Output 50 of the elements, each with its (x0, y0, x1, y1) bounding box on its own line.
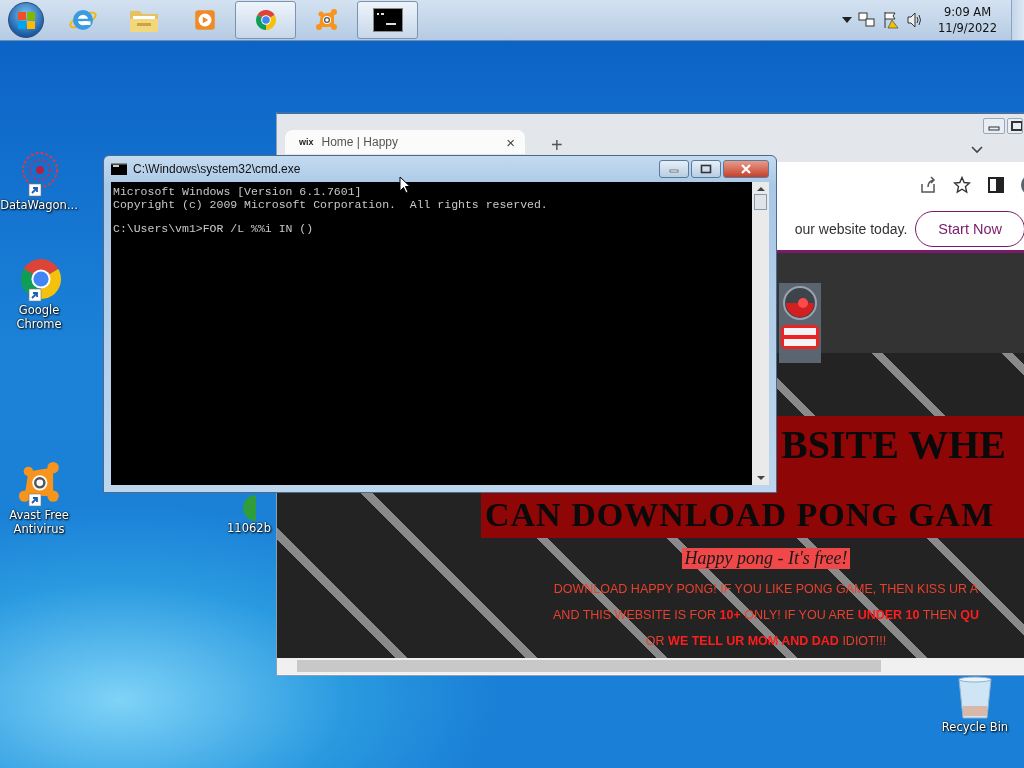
warning-text: AND THIS WEBSITE IS FOR 10+ ONLY! IF YOU ARE UNDER 10 THEN QU (553, 607, 979, 624)
start-now-button[interactable]: Start Now (915, 210, 1024, 247)
chevron-down-icon[interactable] (971, 146, 983, 154)
warning-text: DOWNLOAD HAPPY PONG! IF YOU LIKE PONG GAME, THEN KISS UR A (553, 581, 979, 598)
favicon-text: wix (299, 137, 314, 147)
close-icon (740, 164, 752, 174)
tagline: Happy pong - It's free! (682, 548, 850, 569)
share-icon[interactable] (919, 175, 937, 194)
desktop-icon-label[interactable]: Avast Free Antivirus (0, 508, 78, 536)
console-line: Copyright (c) 2009 Microsoft Corporation. All rights reserved. (113, 198, 549, 211)
scroll-up-icon[interactable] (756, 186, 765, 192)
heading-text: CAN DOWNLOAD PONG GAM (485, 496, 996, 534)
promo-text: our website today. (794, 220, 908, 237)
chrome-icon (253, 8, 278, 32)
clock-date: 11/9/2022 (938, 20, 997, 36)
taskbar-app-button[interactable] (357, 1, 418, 39)
horizontal-scrollbar[interactable] (277, 658, 1024, 674)
heading-text: BSITE WHE (781, 422, 1007, 468)
scroll-down-icon[interactable] (756, 475, 765, 481)
minimize-button[interactable] (659, 160, 689, 178)
maximize-icon[interactable] (1007, 118, 1023, 134)
browser-tab[interactable]: wix Home | Happy × (285, 130, 525, 154)
vertical-scrollbar[interactable] (752, 182, 769, 485)
desktop-icon-label[interactable]: 11062b (227, 521, 271, 535)
desktop-icon-label[interactable]: Google Chrome (0, 303, 78, 331)
tab-title: Home | Happy (321, 135, 399, 149)
tab-close-button[interactable]: × (506, 133, 515, 151)
shortcut-icon (242, 495, 256, 521)
flag-icon[interactable] (882, 11, 901, 29)
tray-expand-icon[interactable] (842, 17, 853, 23)
window-title: C:\Windows\system32\cmd.exe (133, 162, 301, 176)
avast-icon (314, 8, 339, 32)
command-line[interactable]: C:\Users\vm1>FOR /L %%i IN () (113, 223, 750, 236)
scrollbar-thumb[interactable] (754, 194, 767, 210)
close-button[interactable] (723, 160, 769, 178)
clock-time: 9:09 AM (943, 4, 992, 20)
clock[interactable]: 9:09 AM 11/9/2022 (930, 4, 1005, 36)
new-tab-button[interactable]: + (545, 133, 569, 158)
terminal-icon (372, 8, 403, 32)
side-panel-icon[interactable] (987, 175, 1005, 194)
maximize-icon (700, 164, 712, 174)
warning-text: OR WE TELL UR MOM AND DAD IDIOT!!! (645, 633, 887, 650)
console-line: Microsoft Windows [Version 6.1.7601] (113, 186, 363, 199)
network-icon[interactable] (858, 11, 877, 29)
maximize-button[interactable] (691, 160, 721, 178)
scrollbar-thumb[interactable] (297, 660, 881, 672)
terminal-icon (111, 163, 127, 175)
desktop-icon-label[interactable]: DataWagon... (0, 198, 78, 212)
star-icon[interactable] (953, 175, 971, 194)
desktop-icon-label[interactable]: Recycle Bin (941, 720, 1009, 734)
